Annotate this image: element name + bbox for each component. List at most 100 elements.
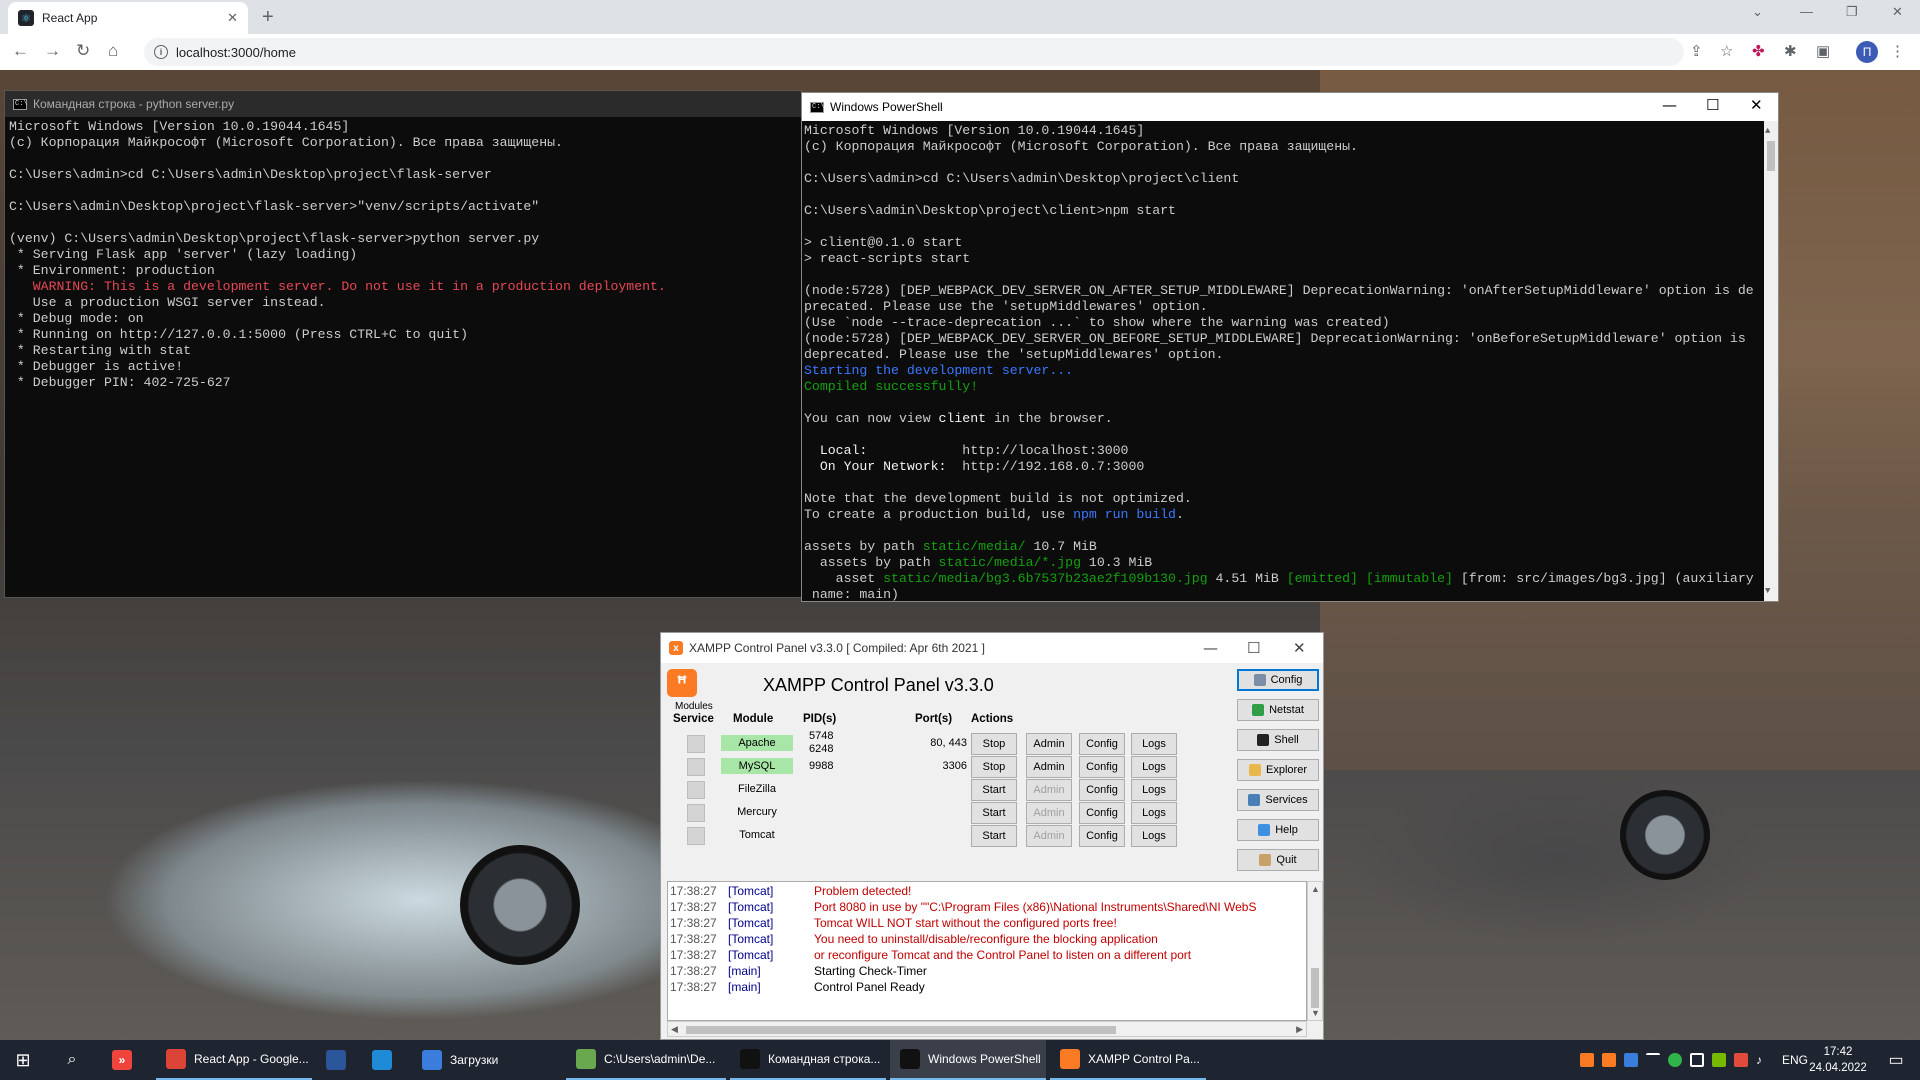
notifications-icon[interactable]: ▭ [1876, 1040, 1916, 1080]
service-checkbox[interactable] [687, 804, 705, 822]
start-button[interactable]: Start [971, 802, 1017, 824]
service-checkbox[interactable] [687, 827, 705, 845]
netstat-side-button[interactable]: Netstat [1237, 699, 1319, 721]
minimize-button[interactable]: — [1203, 639, 1218, 657]
logs-button[interactable]: Logs [1131, 733, 1177, 755]
minimize-button[interactable]: — [1800, 4, 1813, 19]
console-line: precated. Please use the 'setupMiddlewar… [804, 299, 1764, 315]
extension-color-icon[interactable]: ✤ [1752, 42, 1765, 60]
search-icon[interactable]: ⌕ [52, 1040, 92, 1080]
cmd-titlebar[interactable]: C:\ Командная строка - python server.py [5, 91, 801, 117]
powershell-output[interactable]: Microsoft Windows [Version 10.0.19044.16… [802, 123, 1764, 601]
taskbar-item[interactable]: XAMPP Control Pa... [1050, 1040, 1206, 1080]
scroll-down-icon[interactable]: ▼ [1311, 1008, 1320, 1018]
config-button[interactable]: Config [1079, 779, 1125, 801]
config-button[interactable]: Config [1079, 825, 1125, 847]
restore-button[interactable]: ❐ [1846, 4, 1858, 20]
hidden-icons-chevron-icon[interactable] [1646, 1053, 1660, 1067]
close-window-button[interactable]: ✕ [1892, 4, 1903, 20]
side-panel-icon[interactable]: ▣ [1816, 42, 1830, 60]
bookmark-star-icon[interactable]: ☆ [1720, 42, 1733, 60]
nvidia-icon[interactable] [1712, 1053, 1726, 1067]
module-pid: 9988 [809, 760, 833, 773]
taskbar-item[interactable]: C:\Users\admin\De... [566, 1040, 726, 1080]
taskbar-item[interactable]: Загрузки [412, 1040, 562, 1080]
scrollbar-thumb[interactable] [1311, 968, 1319, 1008]
config-button[interactable]: Config [1079, 802, 1125, 824]
start-button[interactable]: ⊞ [0, 1040, 46, 1080]
close-window-button[interactable]: ✕ [1750, 97, 1763, 113]
shield-icon[interactable] [1668, 1053, 1682, 1067]
volume-icon[interactable]: ♪ [1756, 1053, 1770, 1067]
admin-button[interactable]: Admin [1026, 756, 1072, 778]
scroll-left-icon[interactable]: ◀ [671, 1024, 678, 1035]
app-tray-icon[interactable] [1734, 1053, 1748, 1067]
cmd-output[interactable]: Microsoft Windows [Version 10.0.19044.16… [7, 119, 801, 597]
tab-search-icon[interactable]: ⌄ [1752, 4, 1763, 20]
maximize-button[interactable]: ☐ [1247, 639, 1260, 657]
close-icon[interactable]: ✕ [227, 10, 238, 26]
back-icon[interactable]: ← [12, 41, 29, 61]
help-side-button[interactable]: Help [1237, 819, 1319, 841]
config-button[interactable]: Config [1079, 756, 1125, 778]
shell-side-button[interactable]: Shell [1237, 729, 1319, 751]
network-icon[interactable] [1690, 1053, 1704, 1067]
scroll-right-icon[interactable]: ▶ [1296, 1024, 1303, 1035]
scrollbar-thumb[interactable] [686, 1026, 1116, 1034]
explorer-side-button[interactable]: Explorer [1237, 759, 1319, 781]
new-tab-button[interactable]: + [262, 6, 274, 29]
service-checkbox[interactable] [687, 735, 705, 753]
xampp-tray-icon[interactable] [1602, 1053, 1616, 1067]
service-checkbox[interactable] [687, 758, 705, 776]
quit-side-button[interactable]: Quit [1237, 849, 1319, 871]
xampp-tray-icon[interactable] [1580, 1053, 1594, 1067]
close-window-button[interactable]: ✕ [1293, 639, 1306, 657]
logs-button[interactable]: Logs [1131, 802, 1177, 824]
taskbar-item[interactable] [316, 1040, 356, 1080]
reload-icon[interactable]: ↻ [76, 41, 90, 61]
share-icon[interactable]: ⇪ [1690, 42, 1703, 60]
start-button[interactable]: Start [971, 779, 1017, 801]
forward-icon[interactable]: → [44, 41, 61, 61]
address-bar[interactable]: i localhost:3000/home [144, 38, 1684, 66]
log-message: Starting Check-Timer [814, 964, 927, 978]
vertical-scrollbar[interactable]: ▲ ▼ [1764, 121, 1778, 601]
scroll-up-icon[interactable]: ▲ [1311, 884, 1320, 894]
minimize-button[interactable]: — [1662, 97, 1677, 113]
taskbar-item[interactable]: Windows PowerShell [890, 1040, 1046, 1080]
config-button[interactable]: Config [1079, 733, 1125, 755]
info-icon[interactable]: i [154, 45, 168, 59]
anydesk-icon[interactable]: » [100, 1040, 144, 1080]
console-line: C:\Users\admin>cd C:\Users\admin\Desktop… [9, 167, 492, 182]
logs-button[interactable]: Logs [1131, 825, 1177, 847]
taskbar-item[interactable]: Командная строка... [730, 1040, 886, 1080]
home-icon[interactable]: ⌂ [108, 41, 118, 61]
extensions-puzzle-icon[interactable]: ✱ [1784, 42, 1797, 60]
scrollbar-thumb[interactable] [1767, 141, 1775, 171]
config-side-button[interactable]: Config [1237, 669, 1319, 691]
log-vertical-scrollbar[interactable]: ▲ ▼ [1307, 881, 1323, 1021]
log-horizontal-scrollbar[interactable]: ◀ ▶ [667, 1021, 1307, 1037]
logs-button[interactable]: Logs [1131, 756, 1177, 778]
services-side-button[interactable]: Services [1237, 789, 1319, 811]
taskbar-item[interactable] [362, 1040, 402, 1080]
clock[interactable]: 17:42 24.04.2022 [1798, 1044, 1878, 1076]
profile-avatar[interactable]: П [1856, 41, 1878, 63]
xampp-titlebar[interactable]: x XAMPP Control Panel v3.3.0 [ Compiled:… [661, 633, 1323, 663]
browser-tab[interactable]: ⚛ React App ✕ [8, 2, 248, 34]
logs-button[interactable]: Logs [1131, 779, 1177, 801]
powershell-titlebar[interactable]: C:\ Windows PowerShell — ☐ ✕ [802, 93, 1778, 121]
module-name: Tomcat [739, 829, 775, 841]
scroll-up-icon[interactable]: ▲ [1765, 123, 1770, 139]
app-tray-icon[interactable] [1624, 1053, 1638, 1067]
stop-button[interactable]: Stop [971, 733, 1017, 755]
taskbar-item[interactable]: React App - Google... [156, 1040, 312, 1080]
xampp-log[interactable]: 17:38:27 [Tomcat] Problem detected! 17:38:2… [667, 881, 1307, 1021]
admin-button[interactable]: Admin [1026, 733, 1072, 755]
scroll-down-icon[interactable]: ▼ [1765, 583, 1770, 599]
service-checkbox[interactable] [687, 781, 705, 799]
maximize-button[interactable]: ☐ [1706, 97, 1719, 113]
stop-button[interactable]: Stop [971, 756, 1017, 778]
start-button[interactable]: Start [971, 825, 1017, 847]
menu-icon[interactable]: ⋮ [1890, 42, 1905, 60]
